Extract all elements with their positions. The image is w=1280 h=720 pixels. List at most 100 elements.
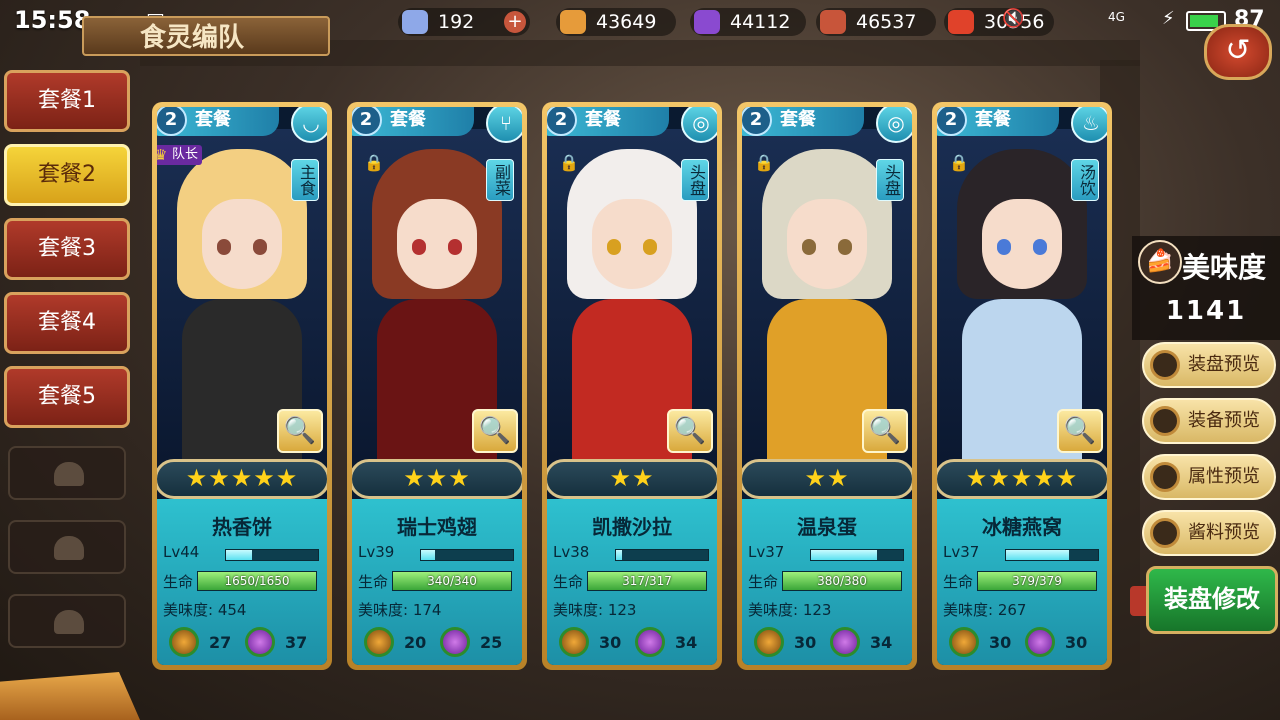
hp-bar: 379/379	[977, 571, 1097, 591]
hp-value: 380/380	[817, 574, 867, 588]
level-label: Lv39	[358, 543, 395, 561]
potion-icon	[364, 627, 394, 657]
zoom-button[interactable]: 🔍	[472, 409, 518, 453]
preview-button-1[interactable]: 装盘预览	[1142, 342, 1276, 388]
portrait-face	[397, 199, 477, 289]
portrait-eye	[448, 239, 462, 255]
flavor-stat-value: 123	[607, 601, 637, 619]
tab-set-3[interactable]: 套餐3	[4, 218, 130, 280]
tab-set-5[interactable]: 套餐5	[4, 366, 130, 428]
leader-badge: ♛ 队长	[157, 145, 203, 165]
lock-icon: 🔒	[949, 153, 969, 172]
cloche-icon	[54, 610, 84, 634]
add-crystal-button[interactable]: +	[504, 11, 526, 33]
set-label: 套餐	[975, 109, 1011, 130]
portrait-eye	[643, 239, 657, 255]
character-card[interactable]: 副菜 🔒 🔍 ★★★ 瑞士鸡翅 Lv39 生命 340/340 美味度: 174…	[347, 102, 527, 670]
card-info: 凯撒沙拉 Lv38 生命 317/317 美味度: 123 30 34	[547, 499, 717, 665]
portrait-eye	[607, 239, 621, 255]
card-body: 头盘 🔒 🔍 ★★ 凯撒沙拉 Lv38 生命 317/317 美味度: 123 …	[547, 107, 717, 665]
hp-bar: 340/340	[392, 571, 512, 591]
flavor-stat-label: 美味度:	[943, 601, 994, 619]
level-label: Lv37	[748, 543, 785, 561]
resource-potion: 43649	[556, 8, 676, 36]
portrait-face	[202, 199, 282, 289]
tab-set-2[interactable]: 套餐2	[4, 144, 130, 206]
flavor-stat-value: 174	[412, 601, 442, 619]
character-card[interactable]: 头盘 🔒 🔍 ★★ 温泉蛋 Lv37 生命 380/380 美味度: 123 3…	[737, 102, 917, 670]
dish-type-label: 头盘	[681, 159, 709, 201]
flavor-stat-value: 454	[217, 601, 247, 619]
radio-icon	[1150, 406, 1180, 436]
portrait-eye	[997, 239, 1011, 255]
magnifier-icon: 🔍	[868, 416, 902, 446]
hp-value: 340/340	[427, 574, 477, 588]
character-card[interactable]: 头盘 🔒 🔍 ★★ 凯撒沙拉 Lv38 生命 317/317 美味度: 123 …	[542, 102, 722, 670]
gem-value: 34	[870, 633, 893, 652]
hp-value: 317/317	[622, 574, 672, 588]
star-rating: ★★★★★	[937, 459, 1107, 499]
gem-value: 25	[480, 633, 503, 652]
dish-type-label: 汤饮	[1071, 159, 1099, 201]
bowl-icon	[948, 10, 974, 34]
radio-icon	[1150, 518, 1180, 548]
leader-label: 队长	[172, 147, 199, 162]
potion-icon	[754, 627, 784, 657]
back-button[interactable]: ↺	[1204, 24, 1272, 80]
character-card[interactable]: 汤饮 🔒 🔍 ★★★★★ 冰糖燕窝 Lv37 生命 379/379 美味度: 2…	[932, 102, 1112, 670]
potion-value: 27	[209, 633, 232, 652]
dish-type-label: 主食	[291, 159, 319, 201]
portrait-eye	[1033, 239, 1047, 255]
zoom-button[interactable]: 🔍	[277, 409, 323, 453]
soup-icon: ♨	[1071, 107, 1107, 143]
preview-button-3[interactable]: 属性预览	[1142, 454, 1276, 500]
flavor-total: 1141	[1165, 296, 1247, 326]
level-label: Lv44	[163, 543, 200, 561]
character-name: 热香饼	[212, 515, 272, 539]
hp-bar: 380/380	[782, 571, 902, 591]
potion-value: 30	[599, 633, 622, 652]
preview-button-label: 属性预览	[1188, 466, 1260, 487]
potion-value: 20	[404, 633, 427, 652]
resource-meat: 46537	[816, 8, 936, 36]
preview-button-2[interactable]: 装备预览	[1142, 398, 1276, 444]
tab-set-1[interactable]: 套餐1	[4, 70, 130, 132]
card-body: 副菜 🔒 🔍 ★★★ 瑞士鸡翅 Lv39 生命 340/340 美味度: 174…	[352, 107, 522, 665]
lock-icon: 🔒	[754, 153, 774, 172]
preview-button-label: 装盘预览	[1188, 354, 1260, 375]
character-card[interactable]: 主食 ♛ 队长 🔍 ★★★★★ 热香饼 Lv44 生命 1650/1650 美味度…	[152, 102, 332, 670]
bowl-icon: ◡	[291, 107, 327, 143]
resource-value: 43649	[596, 11, 657, 33]
page-title: 食灵编队	[82, 16, 330, 56]
zoom-button[interactable]: 🔍	[862, 409, 908, 453]
gem-icon	[440, 627, 470, 657]
portrait-eye	[253, 239, 267, 255]
corner-decoration	[0, 672, 140, 720]
tab-set-4[interactable]: 套餐4	[4, 292, 130, 354]
portrait-eye	[412, 239, 426, 255]
network-label: 4G	[1108, 10, 1125, 24]
potion-icon	[949, 627, 979, 657]
zoom-button[interactable]: 🔍	[1057, 409, 1103, 453]
gem-value: 30	[1065, 633, 1088, 652]
back-arrow-icon: ↺	[1225, 33, 1251, 68]
cloche-icon	[54, 536, 84, 560]
gem-icon	[694, 10, 720, 34]
resource-crystal: 192 +	[398, 8, 530, 36]
flavor-stat: 美味度: 454	[163, 599, 246, 620]
preview-button-label: 酱料预览	[1188, 522, 1260, 543]
character-name: 温泉蛋	[797, 515, 857, 539]
star-rating: ★★	[742, 459, 912, 499]
plate-icon: ◎	[681, 107, 717, 143]
preview-button-4[interactable]: 酱料预览	[1142, 510, 1276, 556]
dish-type-label: 头盘	[876, 159, 904, 201]
card-body: 头盘 🔒 🔍 ★★ 温泉蛋 Lv37 生命 380/380 美味度: 123 3…	[742, 107, 912, 665]
flavor-stat: 美味度: 174	[358, 599, 441, 620]
portrait-face	[592, 199, 672, 289]
card-info: 热香饼 Lv44 生命 1650/1650 美味度: 454 27 37	[157, 499, 327, 665]
modify-plating-button[interactable]: 装盘修改	[1146, 566, 1278, 634]
flavor-stat-value: 123	[802, 601, 832, 619]
card-info: 冰糖燕窝 Lv37 生命 379/379 美味度: 267 30 30	[937, 499, 1107, 665]
zoom-button[interactable]: 🔍	[667, 409, 713, 453]
cloche-icon	[54, 462, 84, 486]
